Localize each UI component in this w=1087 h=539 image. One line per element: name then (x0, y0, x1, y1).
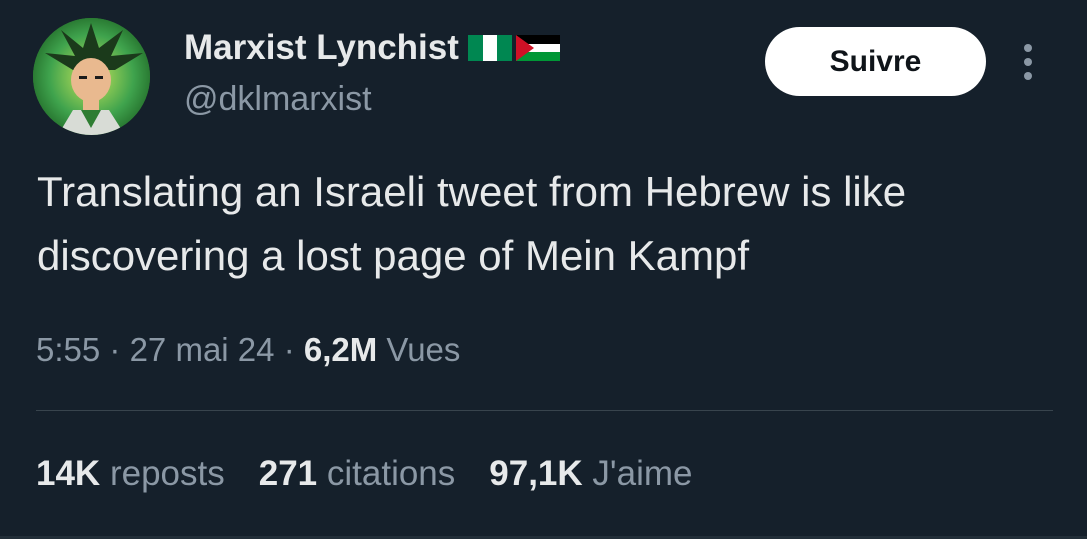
divider (36, 410, 1053, 411)
author-name[interactable]: Marxist Lynchist (184, 28, 459, 68)
likes-stat[interactable]: 97,1K J'aime (489, 454, 692, 494)
tweet-text: Translating an Israeli tweet from Hebrew… (37, 168, 907, 279)
likes-label: J'aime (592, 454, 693, 493)
meta-separator: · (109, 331, 121, 368)
palestine-flag-icon (515, 35, 560, 61)
tweet-time[interactable]: 5:55 (36, 331, 100, 368)
engagement-stats: 14K reposts 271 citations 97,1K J'aime (36, 454, 726, 494)
likes-count: 97,1K (489, 454, 583, 493)
views-count: 6,2M (303, 331, 378, 368)
nigeria-flag-icon (467, 35, 512, 61)
more-dot (1024, 58, 1032, 66)
views-label: Vues (386, 331, 461, 368)
more-vertical-icon[interactable] (1018, 44, 1038, 80)
author-handle[interactable]: @dklmarxist (184, 80, 372, 119)
more-dot (1024, 44, 1032, 52)
avatar[interactable] (33, 18, 150, 135)
reposts-count: 14K (36, 454, 101, 493)
anime-character-avatar-icon (33, 18, 150, 135)
tweet-date[interactable]: 27 mai 24 (130, 331, 275, 368)
reposts-stat[interactable]: 14K reposts (36, 454, 225, 494)
follow-button[interactable]: Suivre (765, 27, 986, 96)
quotes-label: citations (326, 454, 456, 493)
meta-separator: · (283, 331, 295, 368)
reposts-label: reposts (109, 454, 225, 493)
quotes-count: 271 (258, 454, 318, 493)
more-dot (1024, 72, 1032, 80)
tweet-meta: 5:55 · 27 mai 24 · 6,2M Vues (36, 331, 460, 369)
author-row: Marxist Lynchist (184, 28, 560, 68)
quotes-stat[interactable]: 271 citations (259, 454, 456, 494)
